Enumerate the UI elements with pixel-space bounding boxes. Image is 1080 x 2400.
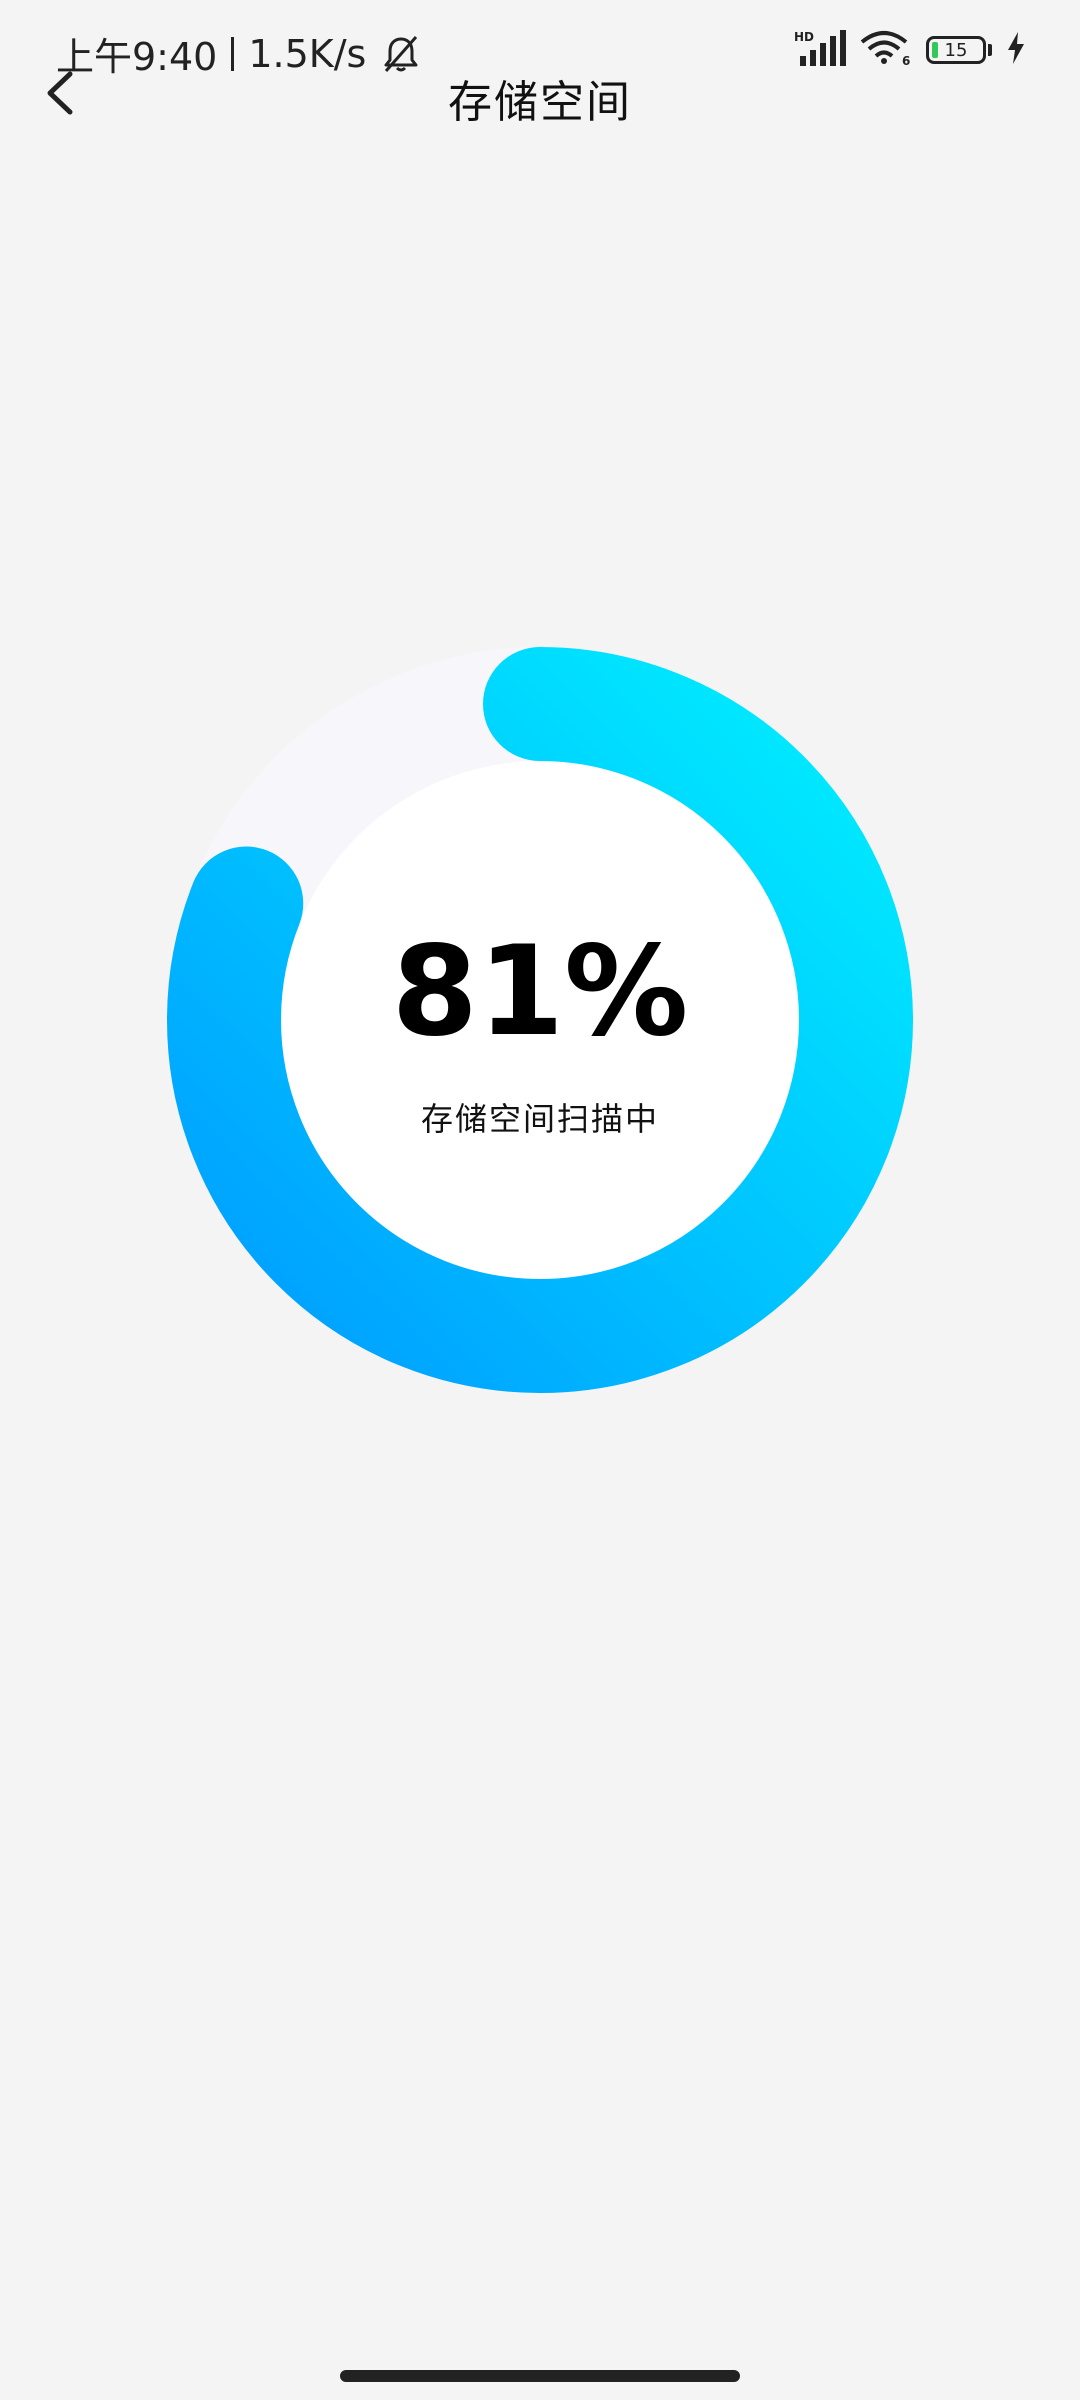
progress-center: 81% 存储空间扫描中 — [150, 930, 930, 1140]
scan-status-text: 存储空间扫描中 — [420, 1100, 659, 1138]
battery-body: 15 — [926, 36, 986, 64]
page-title: 存储空间 — [448, 77, 632, 128]
status-right: HD 6 15 — [794, 30, 1026, 70]
home-indicator[interactable] — [340, 2370, 740, 2382]
battery-level: 15 — [944, 39, 968, 61]
battery-cap — [988, 44, 992, 56]
battery-fill — [932, 42, 938, 58]
wifi-icon: 6 — [860, 30, 912, 70]
storage-progress-ring: 81% 存储空间扫描中 — [150, 630, 930, 1410]
svg-text:HD: HD — [794, 30, 814, 44]
svg-text:6: 6 — [902, 54, 910, 66]
charging-icon — [1006, 32, 1026, 68]
storage-screen: 上午9:40 1.5K/s HD 6 15 存储空间 81% 存储空间扫描中 — [0, 0, 1080, 2400]
signal-icon: HD — [794, 30, 846, 70]
battery-icon: 15 — [926, 36, 992, 64]
percent-value: 81% — [391, 920, 689, 1064]
